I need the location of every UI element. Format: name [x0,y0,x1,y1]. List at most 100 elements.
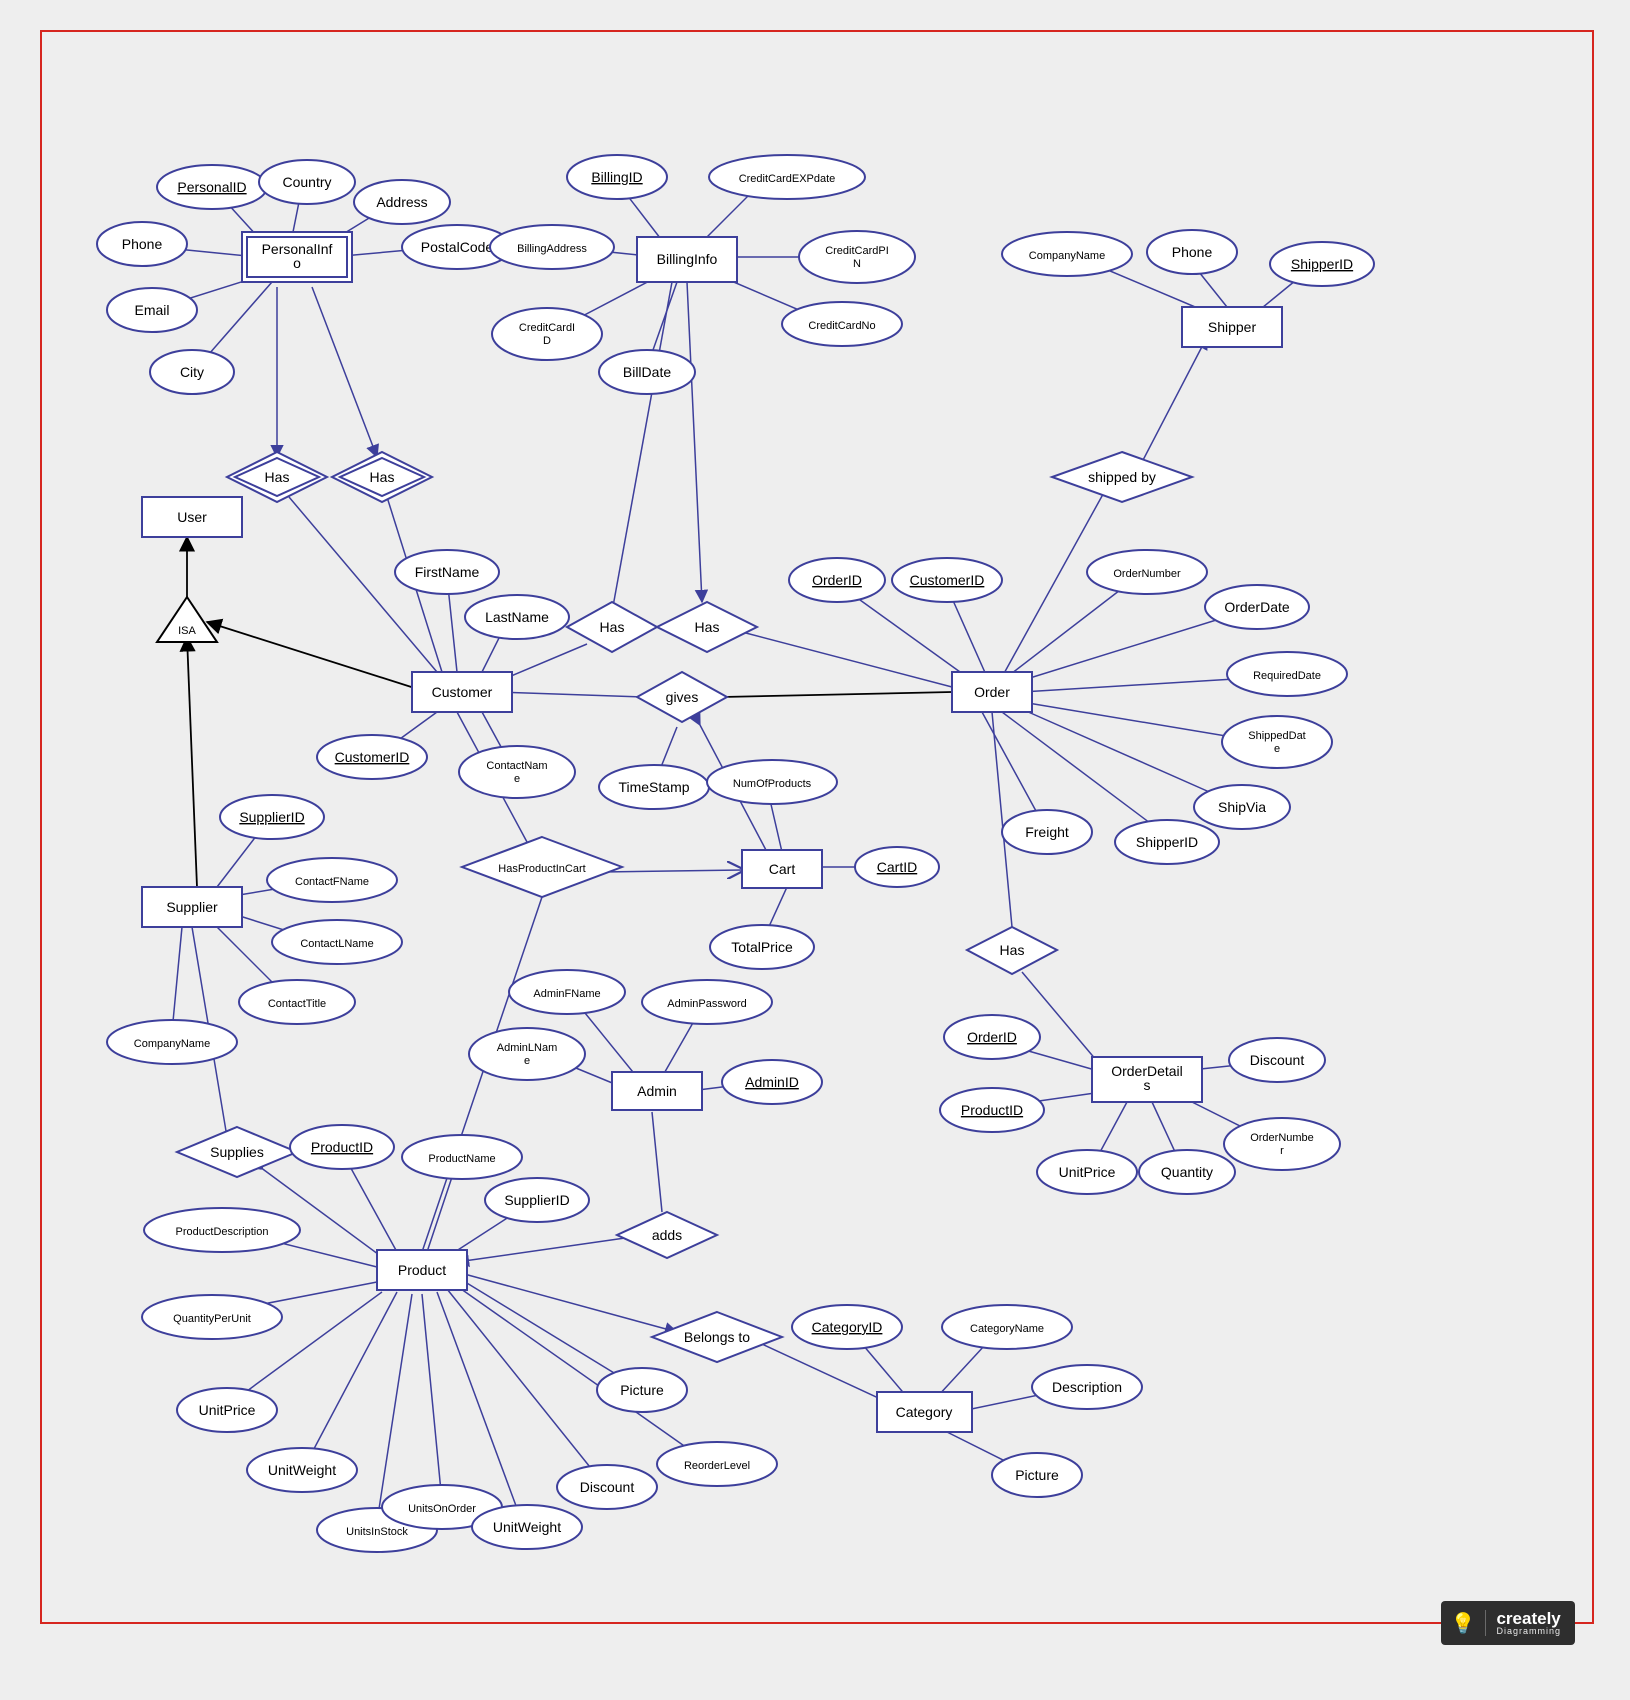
attr-reorderlevel[interactable]: ReorderLevel [657,1442,777,1486]
rel-supplies[interactable]: Supplies [177,1127,297,1177]
entity-cart[interactable]: Cart [742,850,822,888]
attr-contacttitle[interactable]: ContactTitle [239,980,355,1024]
attr-orderdate[interactable]: OrderDate [1205,585,1309,629]
label: Picture [620,1382,664,1398]
attr-od-orderid[interactable]: OrderID [944,1015,1040,1059]
entity-personalinfo[interactable]: PersonalInfo [242,232,352,282]
attr-requireddate[interactable]: RequiredDate [1227,652,1347,696]
attr-od-unitprice[interactable]: UnitPrice [1037,1150,1137,1194]
entity-customer[interactable]: Customer [412,672,512,712]
attr-companyname-sh[interactable]: CompanyName [1002,232,1132,276]
attr-freight[interactable]: Freight [1002,810,1092,854]
attr-country[interactable]: Country [259,160,355,204]
entity-order[interactable]: Order [952,672,1032,712]
label: Product [398,1262,446,1278]
attr-ccid[interactable]: CreditCardID [492,308,602,360]
attr-description[interactable]: Description [1032,1365,1142,1409]
attr-ccpin[interactable]: CreditCardPIN [799,231,915,283]
rel-has2[interactable]: Has [332,452,432,502]
entity-shipper[interactable]: Shipper [1182,307,1282,347]
attr-adminfname[interactable]: AdminFName [509,970,625,1014]
attr-unitprice-p[interactable]: UnitPrice [177,1388,277,1432]
label: Belongs to [684,1329,750,1345]
attr-picture-c[interactable]: Picture [992,1453,1082,1497]
attr-phone-sh[interactable]: Phone [1147,230,1237,274]
attr-contactname[interactable]: ContactName [459,746,575,798]
attr-unitweight1[interactable]: UnitWeight [247,1448,357,1492]
attr-totalprice[interactable]: TotalPrice [710,925,814,969]
attr-ccexp[interactable]: CreditCardEXPdate [709,155,865,199]
isa-node[interactable]: ISA [157,597,217,642]
attr-productdesc[interactable]: ProductDescription [144,1208,300,1252]
rel-hasproductincart[interactable]: HasProductInCart [462,837,622,897]
rel-has4[interactable]: Has [657,602,757,652]
attr-qpu[interactable]: QuantityPerUnit [142,1295,282,1339]
attr-od-quantity[interactable]: Quantity [1139,1150,1235,1194]
attr-supplierid-p[interactable]: SupplierID [485,1178,589,1222]
entity-user[interactable]: User [142,497,242,537]
rel-adds[interactable]: adds [617,1212,717,1258]
label: Address [376,194,427,210]
attr-phone-pi[interactable]: Phone [97,222,187,266]
entity-supplier[interactable]: Supplier [142,887,242,927]
label: AdminFName [533,988,600,1000]
attr-adminid[interactable]: AdminID [722,1060,822,1104]
attr-discount-p[interactable]: Discount [557,1465,657,1509]
attr-categoryid[interactable]: CategoryID [792,1305,902,1349]
attr-shipperid-o[interactable]: ShipperID [1115,820,1219,864]
attr-lastname[interactable]: LastName [465,595,569,639]
label: ContactTitle [268,998,326,1010]
attr-numofproducts[interactable]: NumOfProducts [707,760,837,804]
attr-contactfname[interactable]: ContactFName [267,858,397,902]
attr-ccno[interactable]: CreditCardNo [782,302,902,346]
entity-category[interactable]: Category [877,1392,972,1432]
entity-billinginfo[interactable]: BillingInfo [637,237,737,282]
attr-cartid[interactable]: CartID [855,847,939,887]
attr-unitweight2[interactable]: UnitWeight [472,1505,582,1549]
rel-has3[interactable]: Has [567,602,657,652]
attr-billingid[interactable]: BillingID [567,155,667,199]
attr-email[interactable]: Email [107,288,197,332]
label: ReorderLevel [684,1460,750,1472]
attr-categoryname[interactable]: CategoryName [942,1305,1072,1349]
attr-od-ordernumber[interactable]: OrderNumber [1224,1118,1340,1170]
rel-has1[interactable]: Has [227,452,327,502]
attr-picture-p[interactable]: Picture [597,1368,687,1412]
attr-contactlname[interactable]: ContactLName [272,920,402,964]
attr-productname[interactable]: ProductName [402,1135,522,1179]
lightbulb-icon: 💡 [1451,1611,1476,1636]
rel-gives[interactable]: gives [637,672,727,722]
attr-customerid-o[interactable]: CustomerID [892,558,1002,602]
label: Description [1052,1379,1122,1395]
entity-admin[interactable]: Admin [612,1072,702,1110]
attr-timestamp[interactable]: TimeStamp [599,765,709,809]
attr-od-discount[interactable]: Discount [1229,1038,1325,1082]
entity-orderdetails[interactable]: OrderDetails [1092,1057,1202,1102]
attr-personalid[interactable]: PersonalID [157,165,267,209]
attr-companyname-su[interactable]: CompanyName [107,1020,237,1064]
rel-has5[interactable]: Has [967,927,1057,974]
attr-productid[interactable]: ProductID [290,1125,394,1169]
entity-product[interactable]: Product [377,1250,467,1290]
label: LastName [485,609,549,625]
label: ProductName [428,1153,495,1165]
attr-od-productid[interactable]: ProductID [940,1088,1044,1132]
rel-shippedby[interactable]: shipped by [1052,452,1192,502]
attr-firstname[interactable]: FirstName [395,550,499,594]
attr-adminlname[interactable]: AdminLName [469,1028,585,1080]
label: adds [652,1227,682,1243]
rel-belongsto[interactable]: Belongs to [652,1312,782,1362]
attr-adminpassword[interactable]: AdminPassword [642,980,772,1024]
attr-shipperid[interactable]: ShipperID [1270,242,1374,286]
attr-shippeddate[interactable]: ShippedDate [1222,716,1332,768]
attr-shipvia[interactable]: ShipVia [1194,785,1290,829]
attr-billingaddress[interactable]: BillingAddress [490,225,614,269]
attr-supplierid[interactable]: SupplierID [220,795,324,839]
attr-orderid[interactable]: OrderID [789,558,885,602]
attr-customerid-c[interactable]: CustomerID [317,735,427,779]
attr-billdate[interactable]: BillDate [599,350,695,394]
attr-city[interactable]: City [150,350,234,394]
label: BillingInfo [657,251,718,267]
attr-address[interactable]: Address [354,180,450,224]
attr-ordernumber[interactable]: OrderNumber [1087,550,1207,594]
